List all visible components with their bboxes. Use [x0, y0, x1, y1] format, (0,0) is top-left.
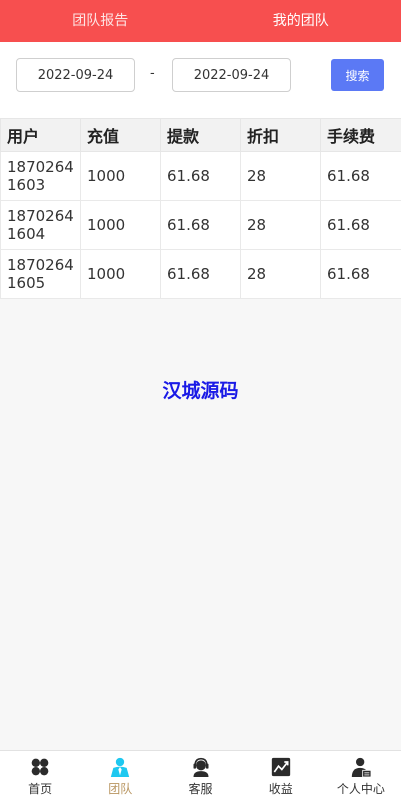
nav-label-team: 团队 [108, 782, 133, 796]
cell-recharge: 1000 [80, 200, 161, 250]
support-headset-icon [193, 757, 208, 777]
column-header-user: 用户 [0, 118, 81, 152]
nav-item-home[interactable]: 首页 [0, 751, 80, 797]
earnings-chart-icon [271, 757, 290, 777]
nav-label-support: 客服 [188, 782, 213, 796]
home-grid-icon [31, 758, 49, 776]
table-header-row: 用户 充值 提款 折扣 手续费 [0, 118, 401, 152]
nav-label-profile: 个人中心 [336, 782, 385, 796]
profile-icon [351, 757, 372, 777]
cell-withdraw: 61.68 [160, 249, 241, 299]
date-filter-bar: - 搜索 [0, 42, 401, 118]
nav-label-earnings: 收益 [268, 782, 293, 796]
tab-my-team[interactable]: 我的团队 [201, 0, 401, 42]
nav-item-earnings[interactable]: 收益 [241, 751, 321, 797]
team-table: 用户 充值 提款 折扣 手续费 18702641603 1000 61.68 2… [0, 118, 401, 299]
cell-withdraw: 61.68 [160, 151, 241, 201]
cell-fee: 61.68 [320, 249, 401, 299]
watermark-text: 汉城源码 [162, 380, 239, 402]
cell-discount: 28 [240, 200, 321, 250]
cell-fee: 61.68 [320, 151, 401, 201]
bottom-nav: 首页 团队 客服 收益 个人中心 [0, 750, 401, 797]
cell-fee: 61.68 [320, 200, 401, 250]
cell-user: 18702641605 [0, 249, 81, 299]
start-date-input[interactable] [16, 58, 135, 92]
table-row: 18702641603 1000 61.68 28 61.68 [0, 151, 401, 201]
cell-recharge: 1000 [80, 151, 161, 201]
nav-label-home: 首页 [28, 782, 53, 796]
cell-user: 18702641603 [0, 151, 81, 201]
search-button[interactable]: 搜索 [331, 59, 384, 91]
nav-item-profile[interactable]: 个人中心 [321, 751, 401, 797]
tab-team-report[interactable]: 团队报告 [0, 0, 201, 42]
cell-discount: 28 [240, 249, 321, 299]
column-header-fee: 手续费 [320, 118, 401, 152]
column-header-discount: 折扣 [240, 118, 321, 152]
cell-discount: 28 [240, 151, 321, 201]
end-date-input[interactable] [172, 58, 291, 92]
nav-item-support[interactable]: 客服 [160, 751, 240, 797]
column-header-recharge: 充值 [80, 118, 161, 152]
top-tab-bar: 团队报告 我的团队 [0, 0, 401, 42]
cell-user: 18702641604 [0, 200, 81, 250]
table-row: 18702641605 1000 61.68 28 61.68 [0, 249, 401, 299]
team-person-icon [111, 757, 130, 777]
table-row: 18702641604 1000 61.68 28 61.68 [0, 200, 401, 250]
cell-recharge: 1000 [80, 249, 161, 299]
cell-withdraw: 61.68 [160, 200, 241, 250]
date-separator: - [150, 66, 155, 81]
nav-item-team[interactable]: 团队 [80, 751, 160, 797]
column-header-withdraw: 提款 [160, 118, 241, 152]
